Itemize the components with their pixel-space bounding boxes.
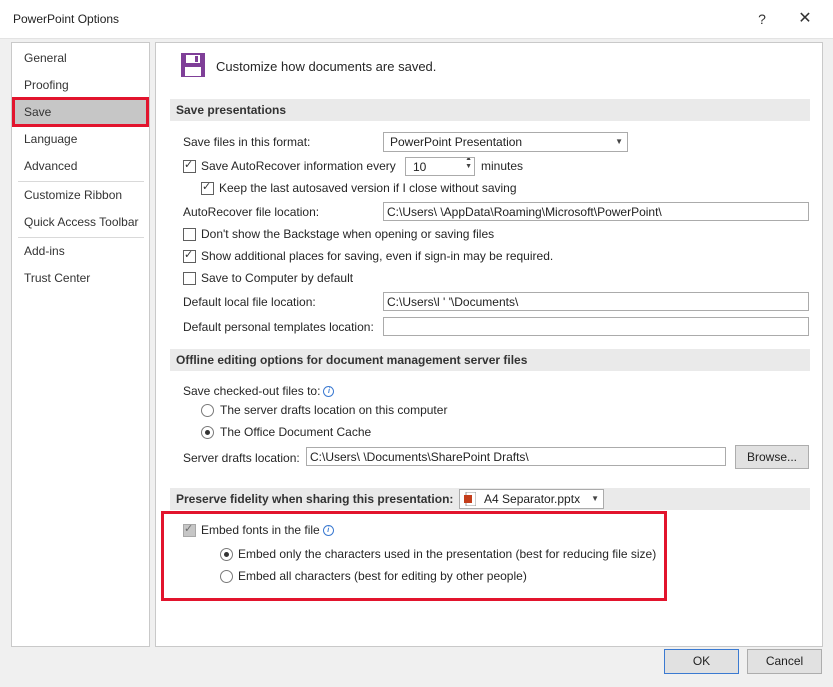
title-bar: [0, 0, 833, 39]
nav-item-advanced[interactable]: Advanced: [12, 153, 149, 179]
autorecover-checkbox[interactable]: [183, 158, 196, 173]
spinner-arrows-icon[interactable]: ▲ ▼: [465, 158, 472, 171]
page-heading: Customize how documents are saved.: [216, 59, 437, 74]
close-button[interactable]: ✕: [792, 8, 818, 30]
nav-item-proofing[interactable]: Proofing: [12, 72, 149, 98]
fidelity-file-value: A4 Separator.pptx: [484, 492, 581, 506]
nav-item-trust-center[interactable]: Trust Center: [12, 265, 149, 291]
browse-button[interactable]: Browse...: [735, 445, 809, 469]
section-header-save-presentations: Save presentations: [170, 99, 810, 121]
help-button[interactable]: ?: [750, 8, 774, 30]
autorecover-minutes-input[interactable]: 10 ▲ ▼: [405, 157, 475, 176]
additional-places-checkbox[interactable]: [183, 248, 196, 263]
server-drafts-option-label: The server drafts location on this compu…: [220, 403, 448, 417]
nav-item-customize-ribbon[interactable]: Customize Ribbon: [12, 182, 149, 208]
autorecover-minutes-value: 10: [413, 160, 427, 174]
autorecover-location-input[interactable]: C:\Users\ \AppData\Roaming\Microsoft\Pow…: [383, 202, 809, 221]
nav-item-language[interactable]: Language: [12, 126, 149, 152]
keep-last-autosaved-checkbox[interactable]: [201, 180, 214, 195]
server-drafts-location-input[interactable]: C:\Users\ \Documents\SharePoint Drafts\: [306, 447, 726, 466]
fidelity-file-dropdown[interactable]: A4 Separator.pptx ▼: [459, 489, 604, 509]
default-templates-input[interactable]: [383, 317, 809, 336]
no-backstage-label: Don't show the Backstage when opening or…: [201, 227, 495, 241]
chevron-down-icon: ▼: [591, 494, 599, 503]
save-disk-icon: [181, 53, 205, 77]
doc-cache-radio[interactable]: [201, 426, 214, 439]
doc-cache-option-label: The Office Document Cache: [220, 425, 372, 439]
server-drafts-location-label: Server drafts location:: [183, 451, 300, 465]
nav-item-quick-access-toolbar[interactable]: Quick Access Toolbar: [12, 209, 149, 235]
checked-out-label-text: Save checked-out files to:: [183, 384, 321, 398]
nav-item-add-ins[interactable]: Add-ins: [12, 238, 149, 264]
highlight-box: [161, 511, 667, 601]
pptx-file-icon: [464, 492, 476, 506]
autorecover-location-label: AutoRecover file location:: [183, 205, 320, 219]
default-templates-label: Default personal templates location:: [183, 320, 374, 334]
save-to-computer-checkbox[interactable]: [183, 272, 196, 285]
nav-item-general[interactable]: General: [12, 45, 149, 71]
save-to-computer-label: Save to Computer by default: [201, 271, 354, 285]
default-local-label: Default local file location:: [183, 295, 316, 309]
minutes-label: minutes: [481, 159, 524, 173]
keep-last-autosaved-label: Keep the last autosaved version if I clo…: [219, 181, 517, 195]
nav-item-save[interactable]: Save: [12, 97, 149, 127]
no-backstage-checkbox[interactable]: [183, 228, 196, 241]
format-value: PowerPoint Presentation: [390, 135, 523, 149]
chevron-down-icon: ▼: [615, 137, 623, 146]
server-drafts-radio[interactable]: [201, 404, 214, 417]
autorecover-label: Save AutoRecover information every: [201, 159, 396, 173]
section-header-offline: Offline editing options for document man…: [170, 349, 810, 371]
ok-button[interactable]: OK: [664, 649, 739, 674]
window-title: PowerPoint Options: [13, 12, 120, 26]
format-dropdown[interactable]: PowerPoint Presentation ▼: [383, 132, 628, 152]
additional-places-label: Show additional places for saving, even …: [201, 249, 554, 263]
info-icon[interactable]: i: [323, 386, 335, 398]
checked-out-label: Save checked-out files to: i: [183, 384, 335, 398]
default-local-input[interactable]: C:\Users\l ' '\Documents\: [383, 292, 809, 311]
cancel-button[interactable]: Cancel: [747, 649, 822, 674]
format-label: Save files in this format:: [183, 135, 311, 149]
options-nav: General Proofing Save Language Advanced …: [11, 42, 150, 647]
